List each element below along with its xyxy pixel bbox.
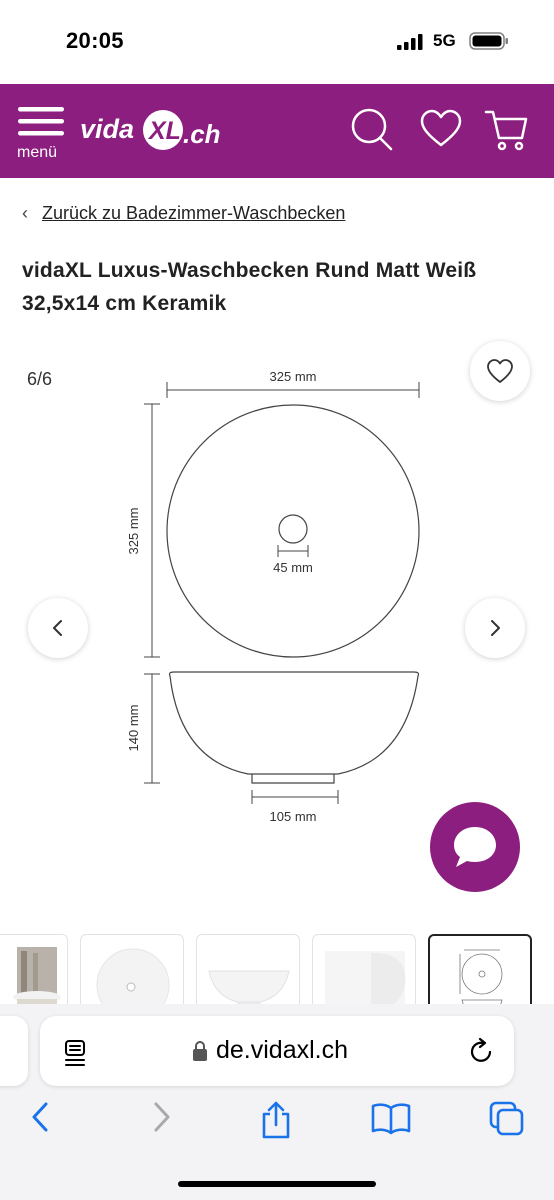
menu-icon bbox=[18, 107, 64, 136]
thumbnail-dimension-drawing[interactable] bbox=[428, 934, 532, 1006]
dim-depth: 140 mm bbox=[126, 705, 141, 752]
home-indicator[interactable] bbox=[178, 1181, 376, 1187]
lock-icon bbox=[193, 1041, 207, 1061]
heart-outline-icon bbox=[487, 359, 513, 383]
search-icon[interactable] bbox=[348, 106, 394, 152]
url-text[interactable]: de.vidaxl.ch bbox=[216, 1036, 348, 1065]
thumbnail-strip bbox=[0, 934, 554, 1006]
product-title: vidaXL Luxus-Waschbecken Rund Matt Weiß … bbox=[22, 259, 477, 315]
dim-drain: 45 mm bbox=[273, 560, 313, 575]
heart-icon[interactable] bbox=[418, 106, 464, 152]
thumbnail-top-view[interactable] bbox=[80, 934, 184, 1006]
menu-label: menü bbox=[17, 144, 58, 161]
wishlist-button[interactable] bbox=[470, 341, 530, 401]
gallery-next-button[interactable] bbox=[465, 598, 525, 658]
reload-icon[interactable] bbox=[468, 1038, 496, 1066]
gallery-counter: 6/6 bbox=[27, 369, 53, 389]
battery-icon bbox=[469, 32, 508, 50]
site-header: menü vida XL .ch bbox=[0, 84, 554, 178]
gallery-prev-button[interactable] bbox=[28, 598, 88, 658]
cart-icon[interactable] bbox=[484, 106, 530, 152]
browser-toolbar: de.vidaxl.ch bbox=[0, 1004, 554, 1200]
chevron-left-icon bbox=[53, 620, 62, 636]
product-dimension-drawing: 325 mm 325 mm 45 mm 140 mm 105 mm bbox=[126, 369, 420, 824]
chat-bubble-icon bbox=[454, 827, 496, 867]
thumbnail-side-view[interactable] bbox=[196, 934, 300, 1006]
menu-button[interactable]: menü bbox=[14, 102, 68, 162]
dim-top-width: 325 mm bbox=[270, 369, 317, 384]
previous-tab-peek[interactable] bbox=[0, 1016, 28, 1086]
signal-icon bbox=[397, 34, 423, 50]
chat-button[interactable] bbox=[430, 802, 520, 892]
logo-text-vida: vida bbox=[80, 114, 134, 144]
network-type: 5G bbox=[433, 31, 456, 50]
chevron-left-icon: ‹ bbox=[22, 203, 28, 223]
tabs-icon[interactable] bbox=[488, 1100, 526, 1138]
dim-base: 105 mm bbox=[270, 809, 317, 824]
address-bar[interactable]: de.vidaxl.ch bbox=[40, 1016, 514, 1086]
logo-text-ch: .ch bbox=[183, 119, 221, 149]
logo-text-xl: XL bbox=[147, 117, 181, 145]
breadcrumb-back-link[interactable]: Zurück zu Badezimmer-Waschbecken bbox=[42, 203, 345, 223]
thumbnail-lifestyle[interactable] bbox=[0, 934, 68, 1006]
forward-icon[interactable] bbox=[146, 1100, 176, 1134]
status-time: 20:05 bbox=[66, 28, 124, 53]
vidaxl-logo[interactable]: vida XL .ch bbox=[80, 106, 230, 156]
back-icon[interactable] bbox=[26, 1100, 56, 1134]
status-bar: 20:05 5G bbox=[0, 0, 554, 84]
thumbnail-angle-view[interactable] bbox=[312, 934, 416, 1006]
dim-side-height: 325 mm bbox=[126, 508, 141, 555]
breadcrumb[interactable]: ‹ Zurück zu Badezimmer-Waschbecken bbox=[22, 203, 345, 224]
page-menu-icon[interactable] bbox=[62, 1038, 90, 1066]
bookmarks-icon[interactable] bbox=[370, 1100, 412, 1136]
chevron-right-icon bbox=[491, 620, 500, 636]
share-icon[interactable] bbox=[258, 1100, 294, 1140]
